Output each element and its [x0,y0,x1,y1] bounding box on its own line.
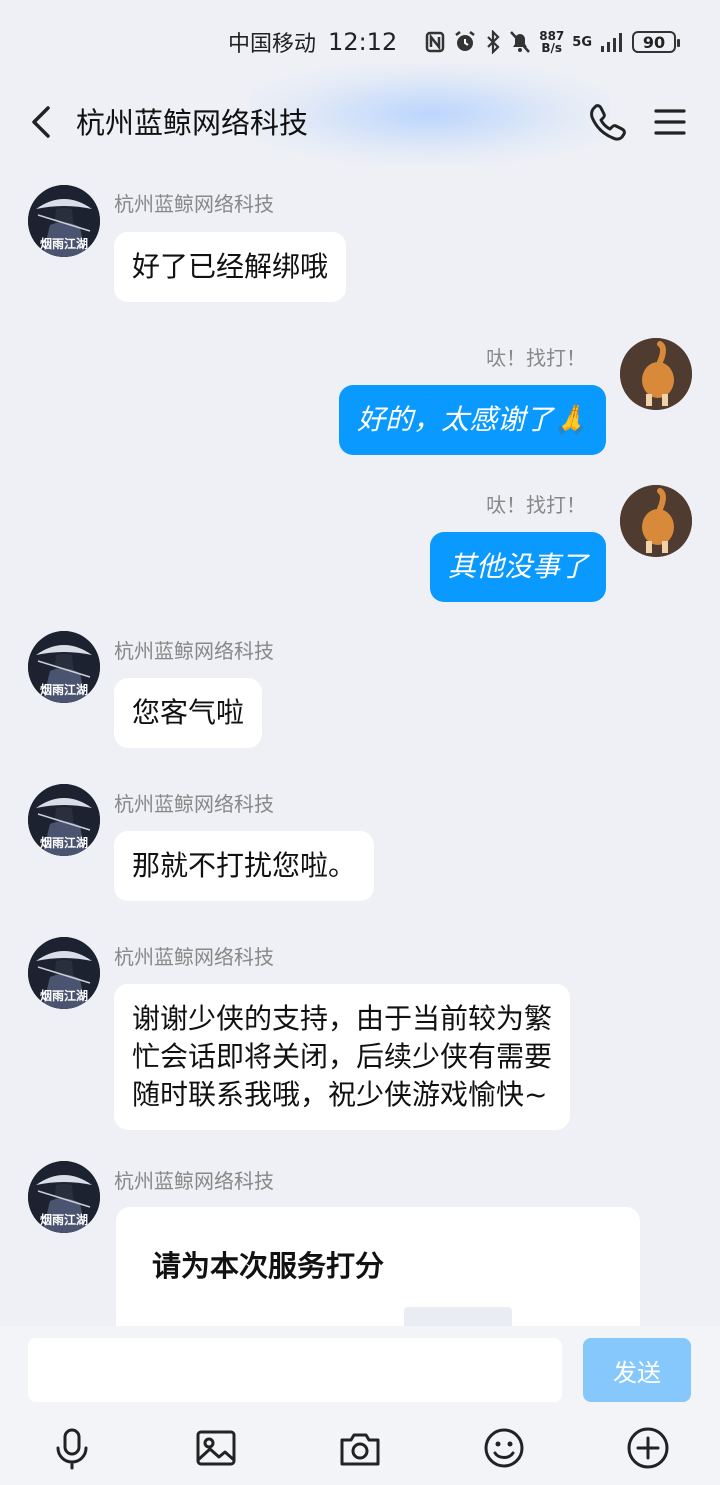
page-title: 杭州蓝鲸网络科技 [76,106,309,140]
swordsman-avatar-image: 烟雨江湖 [28,1161,100,1233]
message-line: 谢谢少侠的支持，由于当前较为繁 [132,1002,553,1035]
message-list[interactable]: 烟雨江湖 杭州蓝鲸网络科技 好了已经解绑哦 呔！找打！ 好的，太感谢了🙏 呔！找… [0,164,720,1326]
phone-call-icon[interactable] [586,100,630,144]
avatar-label: 烟雨江湖 [40,236,88,251]
nfc-icon [425,31,445,53]
back-arrow-icon[interactable] [22,102,62,142]
rating-card[interactable]: 请为本次服务打分 [116,1207,640,1326]
service-avatar[interactable]: 烟雨江湖 [28,937,100,1009]
status-icons: 887 B/s 5G 90 [425,30,680,54]
microphone-icon[interactable] [50,1426,94,1470]
mute-icon [510,31,531,53]
message-bubble[interactable]: 您客气啦 [114,678,263,748]
alarm-icon [455,31,475,51]
service-avatar[interactable]: 烟雨江湖 [28,631,100,703]
message-sender: 呔！找打！ [486,493,586,517]
send-button[interactable]: 发送 [583,1338,691,1402]
avatar-label: 烟雨江湖 [40,835,88,850]
message-sender: 杭州蓝鲸网络科技 [114,639,274,663]
message-bubble[interactable]: 谢谢少侠的支持，由于当前较为繁 忙会话即将关闭，后续少侠有需要 随时联系我哦，祝… [114,984,571,1130]
message-bubble[interactable]: 那就不打扰您啦。 [114,831,375,901]
carrier-name: 中国移动 [228,32,317,57]
message-sender: 杭州蓝鲸网络科技 [114,192,274,216]
message-bubble[interactable]: 好了已经解绑哦 [114,232,347,302]
rating-card-title: 请为本次服务打分 [152,1249,385,1283]
rating-option[interactable] [404,1307,512,1326]
service-avatar[interactable]: 烟雨江湖 [28,1161,100,1233]
swordsman-avatar-image: 烟雨江湖 [28,937,100,1009]
net-speed-unit: B/s [541,41,563,55]
avatar-label: 烟雨江湖 [40,1212,88,1227]
signal-icon [601,33,622,52]
chat-header: 杭州蓝鲸网络科技 [0,64,720,164]
avatar-label: 烟雨江湖 [40,682,88,697]
net-speed: 887 B/s [539,30,564,54]
swordsman-avatar-image: 烟雨江湖 [28,784,100,856]
message-input[interactable] [28,1338,562,1402]
emoji-icon[interactable] [482,1426,526,1470]
message-line: 忙会话即将关闭，后续少侠有需要 [132,1040,553,1073]
service-avatar[interactable]: 烟雨江湖 [28,185,100,257]
message-bubble[interactable]: 好的，太感谢了🙏 [339,385,606,455]
message-line: 随时联系我哦，祝少侠游戏愉快~ [132,1078,548,1111]
cat-avatar-image [620,338,692,410]
menu-icon[interactable] [650,102,690,142]
swordsman-avatar-image: 烟雨江湖 [28,185,100,257]
message-sender: 杭州蓝鲸网络科技 [114,792,274,816]
message-sender: 杭州蓝鲸网络科技 [114,1169,274,1193]
plus-icon[interactable] [626,1426,670,1470]
swordsman-avatar-image: 烟雨江湖 [28,631,100,703]
input-toolbar [0,1426,720,1474]
battery-indicator: 90 [632,31,680,53]
service-avatar[interactable]: 烟雨江湖 [28,784,100,856]
image-icon[interactable] [194,1426,238,1470]
camera-icon[interactable] [338,1426,382,1470]
message-sender: 呔！找打！ [486,346,586,370]
bluetooth-icon [487,30,500,54]
status-time: 12:12 [328,28,398,56]
message-bubble[interactable]: 其他没事了 [429,532,606,602]
avatar-label: 烟雨江湖 [40,988,88,1003]
cat-avatar-image [620,485,692,557]
input-bar: 发送 [0,1326,720,1485]
my-avatar[interactable] [620,485,692,557]
message-sender: 杭州蓝鲸网络科技 [114,945,274,969]
my-avatar[interactable] [620,338,692,410]
network-type: 5G [572,34,592,50]
